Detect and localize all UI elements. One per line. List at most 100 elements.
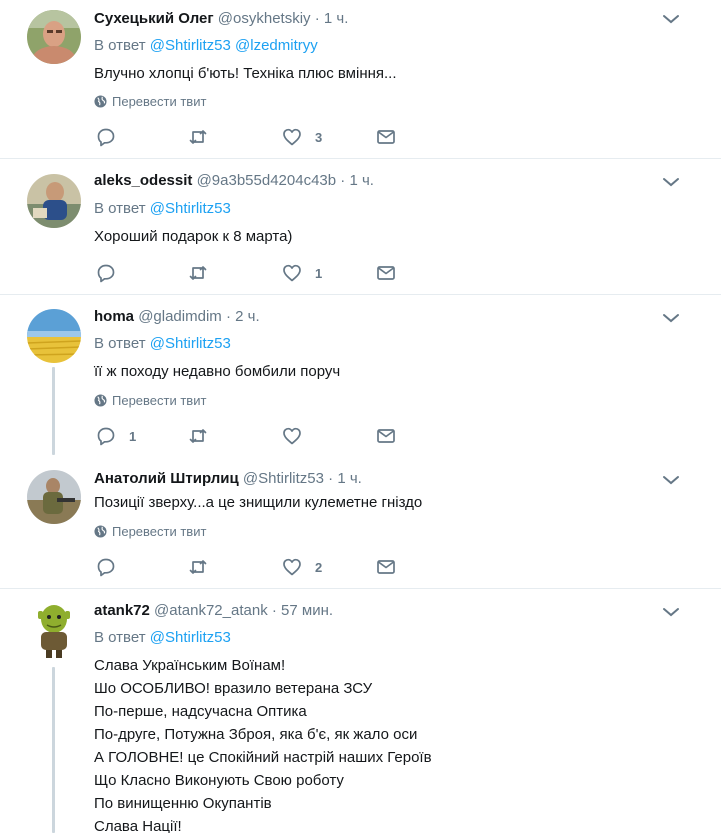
timestamp[interactable]: 57 мин. (281, 602, 333, 619)
avatar[interactable] (27, 599, 81, 659)
separator-dot: · (314, 10, 320, 27)
reply-button[interactable]: 1 (96, 424, 136, 448)
translate-label: Перевести твит (112, 524, 207, 539)
like-count: 2 (315, 559, 323, 575)
tweet-text-line: Слава Українським Воїнам! (94, 657, 286, 674)
mention-link[interactable]: @Shtirlitz53 (150, 629, 231, 646)
author-name[interactable]: aleks_odessit (94, 172, 192, 189)
like-count: 3 (315, 129, 323, 145)
retweet-icon (189, 560, 207, 574)
tweet-item[interactable]: atank72 @atank72_atank · 57 мин. В ответ… (0, 589, 721, 833)
envelope-icon (377, 560, 395, 574)
tweet-item[interactable]: Сухецький Олег @osykhetskiy · 1 ч. В отв… (0, 0, 721, 158)
tweet-text: її ж походу недавно бомбили поруч (94, 360, 340, 383)
retweet-button[interactable] (188, 424, 208, 448)
reply-prefix: В ответ (94, 37, 146, 54)
avatar[interactable] (27, 470, 81, 524)
translate-link[interactable]: Перевести твит (94, 392, 206, 410)
avatar[interactable] (27, 174, 81, 228)
timestamp[interactable]: 2 ч. (235, 308, 260, 325)
tweet-text-line: По винищенню Окупантів (94, 795, 272, 812)
chevron-down-icon[interactable] (662, 312, 680, 324)
author-handle[interactable]: @gladimdim (138, 308, 222, 325)
timestamp[interactable]: 1 ч. (324, 10, 349, 27)
thread-connector (52, 667, 55, 833)
reply-context: В ответ @Shtirlitz53 (94, 199, 231, 219)
tweet-actions: 1 (94, 261, 414, 285)
tweet-actions: 3 (94, 125, 414, 149)
retweet-icon (189, 130, 207, 144)
direct-message-button[interactable] (376, 125, 396, 149)
like-button[interactable] (282, 424, 315, 448)
mention-link[interactable]: @Shtirlitz53 (150, 335, 231, 352)
direct-message-button[interactable] (376, 555, 396, 579)
tweet-actions: 1 (94, 424, 414, 448)
tweet-text: Слава Українським Воїнам! Шо ОСОБЛИВО! в… (94, 654, 432, 833)
avatar[interactable] (27, 309, 81, 363)
author-handle[interactable]: @osykhetskiy (218, 10, 311, 27)
translate-label: Перевести твит (112, 94, 207, 109)
heart-icon (283, 128, 301, 146)
reply-context: В ответ @Shtirlitz53 (94, 628, 231, 648)
author-handle[interactable]: @Shtirlitz53 (243, 470, 324, 487)
retweet-icon (189, 266, 207, 280)
reply-prefix: В ответ (94, 200, 146, 217)
author-name[interactable]: atank72 (94, 602, 150, 619)
tweet-header: Анатолий Штирлиц @Shtirlitz53 · 1 ч. (94, 469, 362, 489)
tweet-item[interactable]: aleks_odessit @9a3b55d4204c43b · 1 ч. В … (0, 159, 721, 294)
retweet-button[interactable] (188, 261, 208, 285)
reply-button[interactable] (96, 555, 129, 579)
like-button[interactable]: 3 (282, 125, 322, 149)
retweet-button[interactable] (188, 555, 208, 579)
mention-link[interactable]: @Shtirlitz53 (150, 37, 231, 54)
tweet-header: atank72 @atank72_atank · 57 мин. (94, 601, 333, 621)
retweet-icon (189, 429, 207, 443)
chevron-down-icon[interactable] (662, 176, 680, 188)
chevron-down-icon[interactable] (662, 13, 680, 25)
tweet-text-line: Влучно хлопці б'ють! Техніка плюс вміння… (94, 65, 397, 82)
reply-icon (97, 128, 115, 147)
tweet-text-line: Шо ОСОБЛИВО! вразило ветерана ЗСУ (94, 680, 373, 697)
heart-icon (283, 427, 301, 445)
avatar[interactable] (27, 10, 81, 64)
timestamp[interactable]: 1 ч. (349, 172, 374, 189)
chevron-down-icon[interactable] (662, 474, 680, 486)
author-name[interactable]: Анатолий Штирлиц (94, 470, 239, 487)
reply-icon (97, 427, 115, 446)
reply-icon (97, 264, 115, 283)
direct-message-button[interactable] (376, 424, 396, 448)
timestamp[interactable]: 1 ч. (337, 470, 362, 487)
separator-dot: · (225, 308, 231, 325)
tweet-text: Позиції зверху...а це знищили кулеметне … (94, 491, 422, 514)
author-handle[interactable]: @atank72_atank (154, 602, 268, 619)
separator-dot: · (328, 470, 334, 487)
author-name[interactable]: Сухецький Олег (94, 10, 214, 27)
envelope-icon (377, 130, 395, 144)
reply-button[interactable] (96, 261, 129, 285)
envelope-icon (377, 429, 395, 443)
reply-prefix: В ответ (94, 335, 146, 352)
tweet-text-line: Що Класно Виконують Свою роботу (94, 772, 344, 789)
reply-context: В ответ @Shtirlitz53 @lzedmitryy (94, 36, 318, 56)
heart-icon (283, 264, 301, 282)
reply-button[interactable] (96, 125, 129, 149)
mention-link[interactable]: @Shtirlitz53 (150, 200, 231, 217)
reply-count: 1 (129, 428, 137, 444)
tweet-text-line: Хороший подарок к 8 марта) (94, 228, 293, 245)
tweet-text-line: А ГОЛОВНЕ! це Спокійний настрій наших Ге… (94, 749, 432, 766)
retweet-button[interactable] (188, 125, 208, 149)
like-button[interactable]: 1 (282, 261, 322, 285)
translate-link[interactable]: Перевести твит (94, 523, 206, 541)
like-button[interactable]: 2 (282, 555, 322, 579)
separator-dot: · (271, 602, 277, 619)
tweet-text: Хороший подарок к 8 марта) (94, 225, 292, 248)
tweet-text-line: По-перше, надсучасна Оптика (94, 703, 307, 720)
tweet-item[interactable]: homa @gladimdim · 2 ч. В ответ @Shtirlit… (0, 295, 721, 455)
author-handle[interactable]: @9a3b55d4204c43b (197, 172, 337, 189)
author-name[interactable]: homa (94, 308, 134, 325)
translate-link[interactable]: Перевести твит (94, 93, 206, 111)
mention-link[interactable]: @lzedmitryy (235, 37, 318, 54)
tweet-item[interactable]: Анатолий Штирлиц @Shtirlitz53 · 1 ч. Поз… (0, 455, 721, 588)
chevron-down-icon[interactable] (662, 606, 680, 618)
direct-message-button[interactable] (376, 261, 396, 285)
